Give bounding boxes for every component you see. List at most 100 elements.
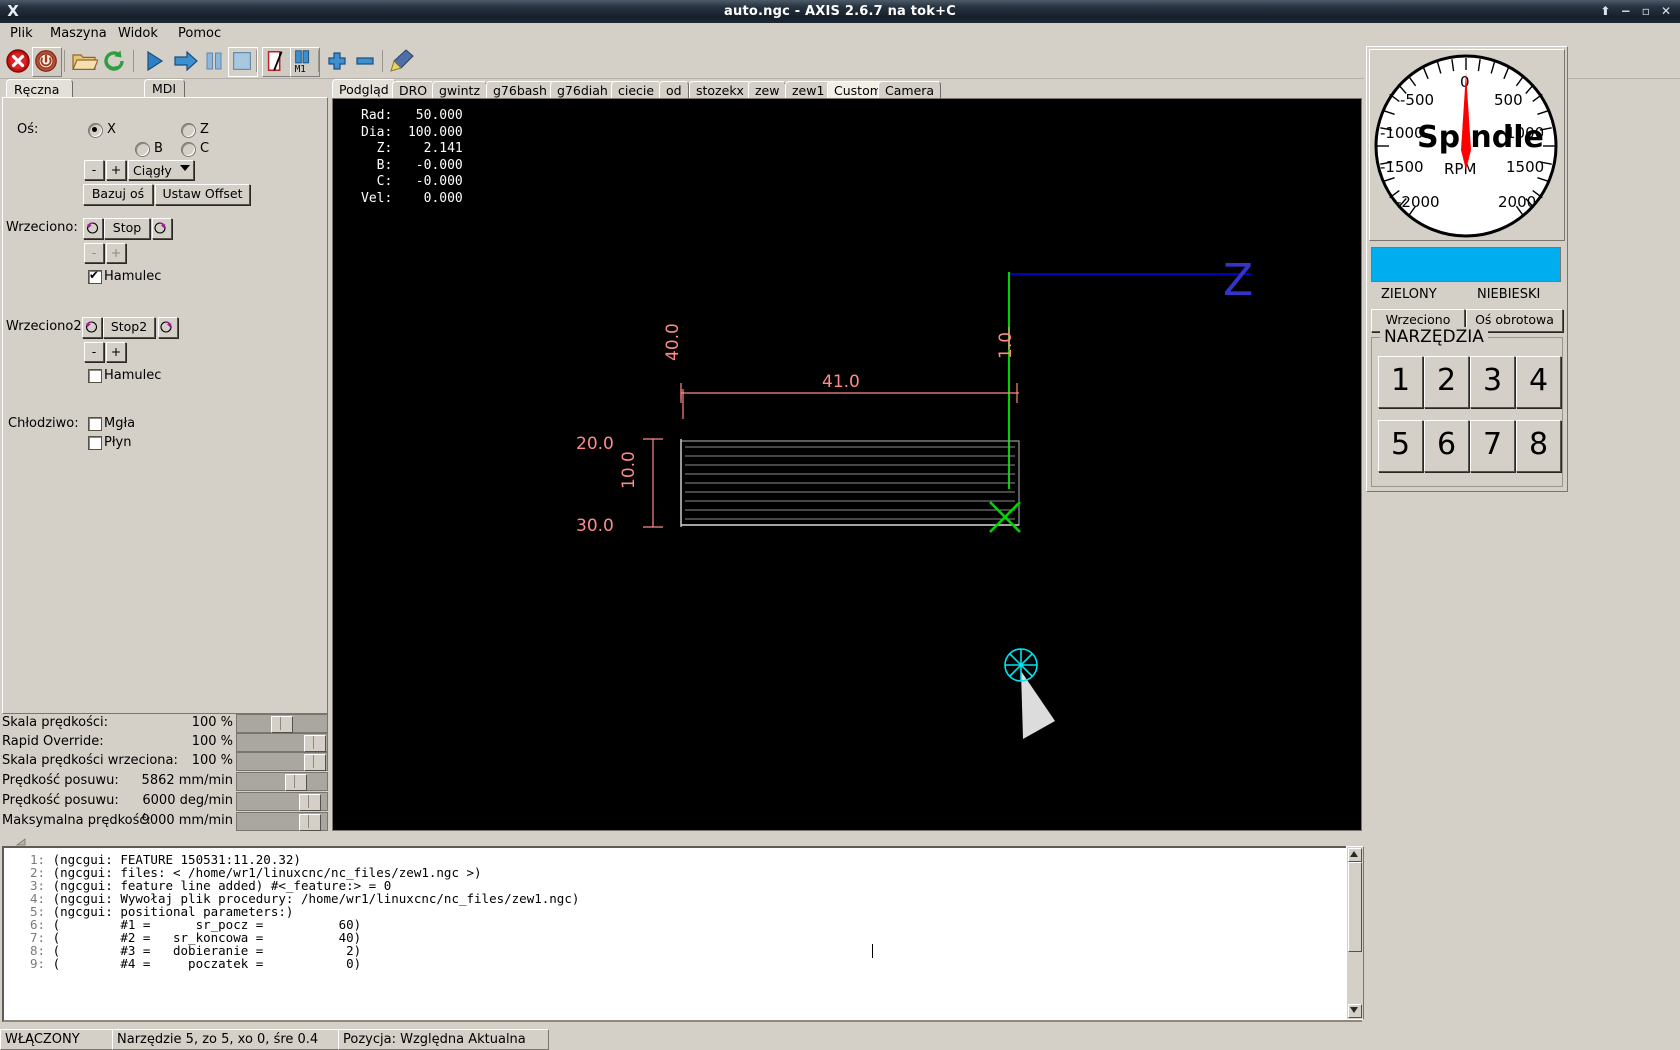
zoom-out-icon[interactable] (351, 47, 379, 75)
spindle-cw-icon[interactable] (152, 218, 172, 239)
slider-thumb[interactable] (299, 794, 321, 811)
window-minimize-button[interactable]: − (1618, 0, 1634, 23)
spindle-speed-up-button[interactable]: + (106, 243, 126, 263)
dro-readout: Rad: 50.000 Dia: 100.000 Z: 2.141 B: -0.… (361, 108, 463, 206)
optional-stop-icon[interactable]: M1 (290, 47, 320, 77)
slider-thumb[interactable] (304, 735, 326, 752)
tab-g76bash[interactable]: g76bash (486, 81, 554, 99)
tab-mdi[interactable]: MDI [F5] (144, 79, 185, 114)
dim-left-bottom: 30.0 (576, 516, 614, 536)
spindle2-speed-up-button[interactable]: + (106, 342, 126, 362)
toggle-skip-lines-icon[interactable] (262, 47, 292, 77)
slider-thumb[interactable] (299, 814, 321, 831)
pause-program-icon[interactable] (200, 47, 228, 75)
spindle2-stop-button[interactable]: Stop2 (103, 317, 155, 338)
tab-gwintz[interactable]: gwintz (432, 81, 488, 99)
menu-plik[interactable]: Plik (4, 26, 39, 42)
tab-podglad[interactable]: Podgląd (332, 79, 396, 99)
clear-plot-icon[interactable] (388, 47, 416, 75)
axis-label: Oś: (17, 122, 39, 137)
tab-ciecie[interactable]: ciecie (611, 81, 662, 99)
scroll-down-arrow[interactable] (1348, 1004, 1362, 1018)
scroll-up-arrow[interactable] (1348, 848, 1362, 862)
slider-track[interactable] (236, 792, 328, 811)
tab-stozekx[interactable]: stozekx (689, 81, 751, 99)
reload-file-icon[interactable] (100, 47, 128, 75)
axis-radio-z[interactable] (181, 123, 196, 138)
slider-track[interactable] (236, 752, 328, 771)
tab-od[interactable]: od (659, 81, 689, 99)
resize-gripper[interactable] (16, 838, 26, 846)
tool-button-3[interactable]: 3 (1470, 356, 1515, 408)
step-program-icon[interactable] (172, 47, 200, 75)
window-maximize-button[interactable]: ▫ (1638, 0, 1654, 23)
tab-manual-control[interactable]: Ręczna kontrola [F3] (6, 79, 73, 135)
window-shade-button[interactable]: ⬆ (1597, 0, 1613, 23)
slider-track[interactable] (236, 812, 328, 831)
tab-zew[interactable]: zew (748, 81, 787, 99)
coolant-flood-checkbox[interactable] (88, 436, 102, 450)
status-machine-state: WŁĄCZONY (0, 1029, 116, 1050)
spindle2-brake-checkbox[interactable] (88, 369, 102, 383)
tab-dro[interactable]: DRO (392, 81, 435, 99)
window-title-bar: X auto.ngc - AXIS 2.6.7 na tok+C ⬆ − ▫ ✕ (0, 0, 1680, 23)
spindle-stop-button[interactable]: Stop (104, 218, 150, 239)
tool-button-7[interactable]: 7 (1470, 420, 1515, 472)
coolant-mist-checkbox[interactable] (88, 417, 102, 431)
jog-increment-select[interactable]: Ciągły (128, 160, 194, 180)
set-offset-button[interactable]: Ustaw Offset (155, 184, 250, 205)
axis-radio-x[interactable] (88, 123, 103, 138)
dim-left-mid: 10.0 (619, 451, 639, 489)
tool-button-1[interactable]: 1 (1378, 356, 1423, 408)
tool-button-8[interactable]: 8 (1516, 420, 1561, 472)
home-axis-button[interactable]: Bazuj oś (83, 184, 153, 205)
slider-thumb[interactable] (304, 754, 326, 771)
run-program-icon[interactable] (140, 47, 168, 75)
spindle-brake-checkbox[interactable] (88, 268, 102, 284)
jog-plus-button[interactable]: + (106, 160, 126, 180)
tab-g76diah[interactable]: g76diah (550, 81, 615, 99)
spindle-ccw-icon[interactable] (83, 218, 103, 239)
axis-radio-c[interactable] (181, 142, 196, 157)
menu-widok[interactable]: Widok (112, 26, 164, 42)
slider-track[interactable] (236, 733, 328, 752)
gauge-tick-0: 0 (1460, 73, 1470, 91)
slider-value: 6000 deg/min (142, 793, 233, 808)
slider-track[interactable] (236, 772, 328, 791)
machine-power-icon[interactable] (32, 47, 62, 77)
spindle2-cw-icon[interactable] (158, 317, 178, 338)
zoom-in-icon[interactable] (323, 47, 351, 75)
slider-thumb[interactable] (271, 716, 293, 733)
estop-icon[interactable] (4, 47, 32, 75)
tab-camera[interactable]: Camera (878, 81, 942, 99)
slider-thumb[interactable] (285, 774, 307, 791)
gcode-vertical-scrollbar[interactable] (1346, 846, 1364, 1020)
scrollbar-thumb[interactable] (1348, 862, 1362, 952)
gcode-line[interactable]: 9: ( #4 = poczatek = 0) (30, 956, 361, 971)
axis-radio-b[interactable] (135, 142, 150, 157)
jog-minus-button[interactable]: - (84, 160, 104, 180)
axis-application-window: X auto.ngc - AXIS 2.6.7 na tok+C ⬆ − ▫ ✕… (0, 0, 1680, 1050)
spindle-speed-down-button[interactable]: - (84, 243, 104, 263)
toolbar-separator (318, 50, 319, 72)
tab-zew1[interactable]: zew1 (785, 81, 832, 99)
open-file-icon[interactable] (70, 47, 98, 75)
status-bar: WŁĄCZONY Narzędzie 5, zo 5, xo 0, śre 0.… (0, 1028, 1680, 1050)
gcode-preview-canvas[interactable]: Rad: 50.000 Dia: 100.000 Z: 2.141 B: -0.… (332, 98, 1362, 831)
slider-track[interactable] (236, 714, 328, 733)
gauge-units: RPM (1444, 160, 1476, 178)
tool-button-5[interactable]: 5 (1378, 420, 1423, 472)
gcode-text-area[interactable]: 1: (ngcgui: FEATURE 150531:11.20.32) 2: … (2, 846, 1362, 1022)
tool-button-2[interactable]: 2 (1424, 356, 1469, 408)
menu-pomoc[interactable]: Pomoc (172, 26, 227, 42)
tool-button-4[interactable]: 4 (1516, 356, 1561, 408)
stop-program-icon[interactable] (228, 47, 258, 77)
spindle2-ccw-icon[interactable] (82, 317, 102, 338)
window-controls[interactable]: ⬆ − ▫ ✕ (1597, 0, 1674, 23)
menu-maszyna[interactable]: Maszyna (44, 26, 113, 42)
spindle2-speed-down-button[interactable]: - (84, 342, 104, 362)
tool-button-6[interactable]: 6 (1424, 420, 1469, 472)
window-close-button[interactable]: ✕ (1658, 0, 1674, 23)
axis-radio-b-label: B (154, 141, 163, 156)
dim-vertical-top: 40.0 (663, 323, 683, 361)
